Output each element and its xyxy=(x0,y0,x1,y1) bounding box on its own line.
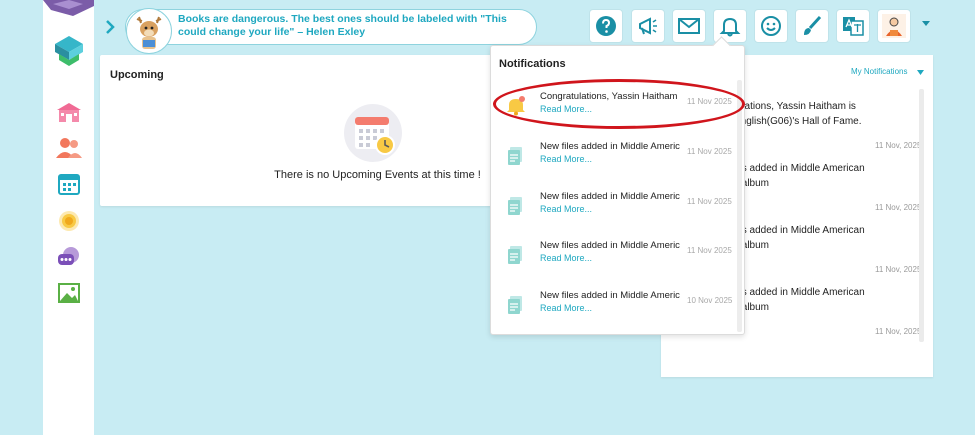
panel-item-text: les added in Middle American s album xyxy=(734,225,865,251)
menu-tab-icon[interactable] xyxy=(43,0,94,20)
notification-title: New files added in Middle Americ... xyxy=(540,240,680,251)
panel-item-date: 11 Nov, 2025 xyxy=(875,265,922,274)
panel-item-text: tulations, Yassin Haitham is English(G06… xyxy=(734,101,862,127)
profile-dropdown-caret-icon[interactable] xyxy=(921,20,931,28)
theme-button[interactable] xyxy=(795,9,829,43)
panel-item-date: 11 Nov, 2025 xyxy=(875,203,922,212)
empty-calendar-icon xyxy=(344,104,402,162)
chat-icon[interactable] xyxy=(55,245,83,269)
panel-scrollbar[interactable] xyxy=(919,89,924,342)
help-button[interactable] xyxy=(589,9,623,43)
notification-date: 11 Nov 2025 xyxy=(687,147,732,156)
read-more-link[interactable]: Read More... xyxy=(540,253,592,263)
language-button[interactable] xyxy=(836,9,870,43)
expand-chevron-icon[interactable] xyxy=(103,18,117,36)
notification-date: 10 Nov 2025 xyxy=(687,296,733,305)
panel-item-date: 11 Nov, 2025 xyxy=(875,141,922,150)
notification-date: 11 Nov 2025 xyxy=(687,246,732,255)
files-icon xyxy=(508,197,522,215)
left-sidebar xyxy=(43,0,94,435)
calendar-icon[interactable] xyxy=(55,172,83,196)
gallery-icon[interactable] xyxy=(55,281,83,305)
translate-icon xyxy=(843,17,864,36)
target-icon[interactable] xyxy=(55,209,83,233)
school-icon[interactable] xyxy=(55,100,83,124)
read-more-link[interactable]: Read More... xyxy=(540,303,592,313)
highlight-annotation xyxy=(493,79,745,129)
notifications-title: Notifications xyxy=(499,58,566,70)
quote-text: Books are dangerous. The best ones shoul… xyxy=(178,13,507,38)
notification-title: New files added in Middle Americ... xyxy=(540,191,680,202)
people-icon[interactable] xyxy=(55,136,83,160)
notification-item[interactable]: New files added in Middle Americ... Read… xyxy=(491,188,736,238)
read-more-link[interactable]: Read More... xyxy=(540,204,592,214)
app-logo-icon[interactable] xyxy=(51,30,87,70)
announcements-button[interactable] xyxy=(631,9,665,43)
smiley-icon xyxy=(761,16,781,36)
read-more-link[interactable]: Read More... xyxy=(540,154,592,164)
files-icon xyxy=(508,147,522,165)
notification-item[interactable]: New files added in Middle Americ... Read… xyxy=(491,237,736,287)
chevron-down-icon[interactable] xyxy=(917,70,924,75)
notifications-scrollbar[interactable] xyxy=(737,80,742,332)
mascot-avatar xyxy=(126,8,172,54)
files-icon xyxy=(508,296,522,314)
mail-icon xyxy=(678,18,700,34)
notification-title: New files added in Middle Americ... xyxy=(540,290,680,301)
notification-item[interactable]: New files added in Middle Americ... Read… xyxy=(491,287,736,337)
panel-item-text: les added in Middle American s album xyxy=(734,163,865,189)
megaphone-icon xyxy=(639,17,657,35)
profile-icon xyxy=(882,14,906,38)
panel-item-text: les added in Middle American s album xyxy=(734,287,865,313)
quote-banner: Books are dangerous. The best ones shoul… xyxy=(125,8,537,54)
bell-icon xyxy=(719,17,741,37)
notification-item[interactable]: New files added in Middle Americ... Read… xyxy=(491,138,736,188)
mood-button[interactable] xyxy=(754,9,788,43)
paintbrush-icon xyxy=(804,15,822,35)
files-icon xyxy=(508,246,522,264)
panel-item-date: 11 Nov, 2025 xyxy=(875,327,922,336)
my-notifications-link[interactable]: My Notifications xyxy=(851,67,907,76)
help-icon xyxy=(596,16,616,36)
profile-button[interactable] xyxy=(877,9,911,43)
deer-mascot-icon xyxy=(136,16,162,49)
notification-title: New files added in Middle Americ... xyxy=(540,141,680,152)
messages-button[interactable] xyxy=(672,9,706,43)
notification-date: 11 Nov 2025 xyxy=(687,197,732,206)
upcoming-title: Upcoming xyxy=(110,69,164,81)
